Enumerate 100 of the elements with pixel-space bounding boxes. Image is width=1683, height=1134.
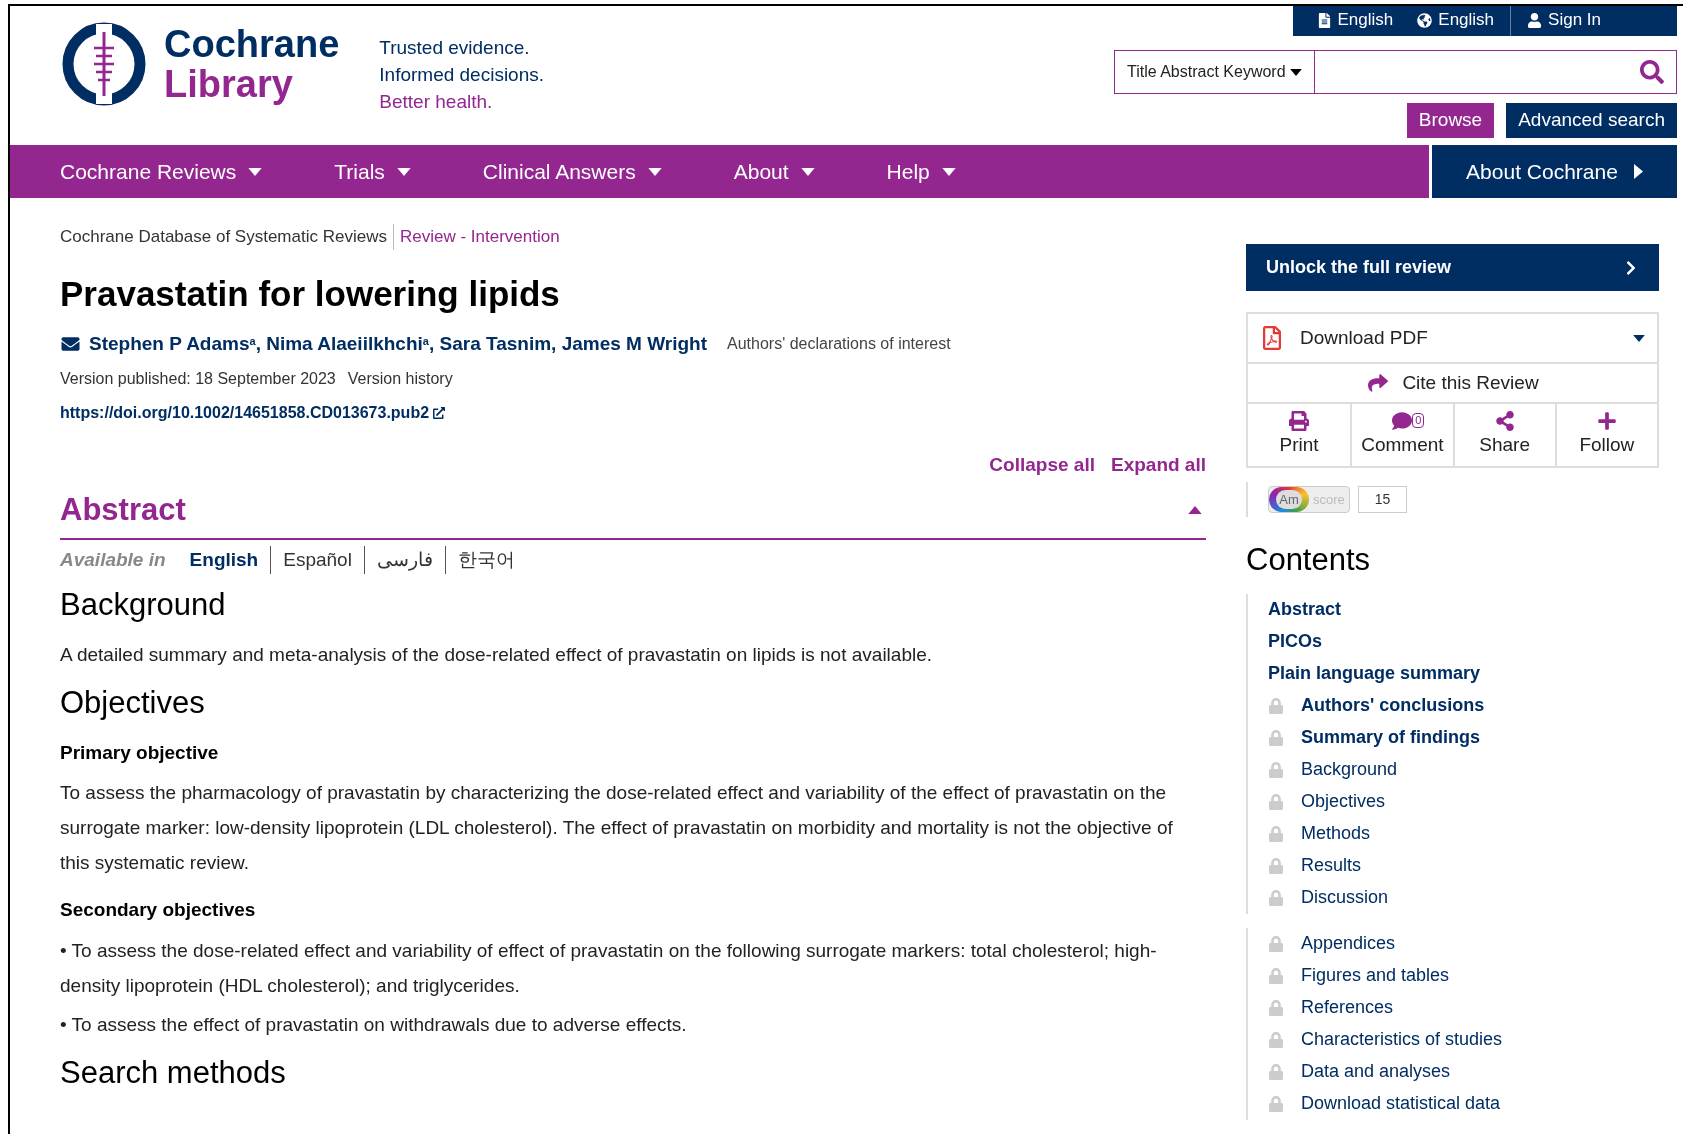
paragraph: To assess the pharmacology of pravastatin by characterizing the dose-related effect and variability of the effect of pravastatin on the surrogate marker: low-density lipoprotein (LDL cholesterol). The effect of pravastatin on morbidity and mortality is not the objective of this systematic review. (60, 781, 1174, 875)
lock-icon (1268, 1095, 1284, 1112)
advanced-search-button[interactable]: Advanced search (1506, 103, 1677, 138)
available-in-label: Available in (60, 547, 166, 572)
lock-icon (1268, 793, 1284, 810)
follow-button[interactable]: Follow (1554, 404, 1657, 466)
share-button[interactable]: Share (1452, 404, 1555, 466)
envelope-icon[interactable] (60, 335, 81, 354)
lock-icon (1268, 1031, 1284, 1048)
contents-link[interactable]: Background (1268, 753, 1659, 786)
share-arrow-icon (1366, 373, 1391, 393)
contents-link[interactable]: Appendices (1268, 927, 1659, 960)
language-link[interactable]: فارسی (363, 545, 445, 574)
contents-heading: Contents (1246, 541, 1372, 579)
caret-icon (248, 167, 263, 176)
lock-icon (1268, 1063, 1284, 1080)
paragraph: • To assess the effect of pravastatin on withdrawals due to adverse effects. (60, 1012, 688, 1037)
contents-link[interactable]: Results (1268, 849, 1659, 882)
lock-icon (1268, 825, 1284, 842)
caret-icon (1633, 334, 1645, 342)
share-icon (1494, 410, 1515, 431)
nav-menu-item[interactable]: Help (886, 155, 956, 188)
altmetric-ring: Am (1269, 487, 1309, 512)
contents-link[interactable]: Abstract (1268, 593, 1659, 626)
section-heading: Objectives (60, 683, 206, 722)
paragraph: • To assess the dose-related effect and variability of effect of pravastatin on the following surrogate markers: total cholesterol; high-density lipoprotein (HDL cholesterol); and triglycerides. (60, 938, 1158, 998)
download-pdf-button[interactable]: Download PDF (1248, 314, 1657, 364)
comment-icon (1392, 410, 1413, 431)
contents-link[interactable]: References (1268, 991, 1659, 1024)
contents-link[interactable]: Authors' conclusions (1268, 689, 1659, 722)
comment-button[interactable]: 0 Comment (1350, 404, 1453, 466)
browse-button[interactable]: Browse (1406, 103, 1495, 138)
caret-icon (800, 167, 815, 176)
language-link[interactable]: Español (270, 545, 364, 574)
globe-icon (1417, 12, 1433, 28)
review-title: Pravastatin for lowering lipids (60, 272, 561, 315)
collapse-all-link[interactable]: Collapse all (989, 450, 1095, 479)
nav-menu-item[interactable]: Trials (334, 155, 411, 188)
cite-review-button[interactable]: Cite this Review (1248, 364, 1657, 404)
altmetric-score: 15 (1357, 486, 1408, 513)
logo-title: Cochrane (164, 24, 340, 64)
contents-link[interactable]: Data and analyses (1268, 1055, 1659, 1088)
section-heading: Background (60, 586, 227, 624)
nav-menu-item[interactable]: About (733, 155, 815, 188)
caret-icon (647, 167, 662, 176)
subsection-heading: Secondary objectives (60, 898, 257, 922)
lock-icon (1268, 889, 1284, 906)
paragraph: A detailed summary and meta-analysis of the dose-related effect of pravastatin on lipids is not available. (60, 642, 934, 667)
declarations-link[interactable]: Authors' declarations of interest (727, 332, 951, 357)
contents-link[interactable]: PICOs (1268, 625, 1659, 658)
pdf-icon (1260, 326, 1284, 350)
comment-count: 0 (1412, 412, 1425, 428)
user-icon (1527, 12, 1543, 28)
section-heading: Search methods (60, 1053, 287, 1092)
nav-menu-item[interactable]: Cochrane Reviews (60, 155, 263, 188)
logo-subtitle: Library (164, 64, 294, 104)
caret-icon (941, 167, 956, 176)
caret-icon (1633, 164, 1643, 179)
unlock-review-button[interactable]: Unlock the full review (1246, 244, 1659, 291)
language-link[interactable]: 한국어 (444, 545, 527, 574)
subsection-heading: Primary objective (60, 740, 220, 765)
about-cochrane-link[interactable]: About Cochrane (1432, 145, 1677, 198)
version-history-link[interactable]: Version history (347, 366, 453, 391)
external-link-icon (433, 406, 446, 419)
contents-link[interactable]: Characteristics of studies (1268, 1023, 1659, 1056)
doi-link[interactable]: https://doi.org/10.1002/14651858.CD013673.pub2 (60, 400, 446, 425)
logo-icon (60, 20, 148, 108)
contents-link[interactable]: Download statistical data (1268, 1087, 1659, 1120)
contents-link[interactable]: Discussion (1268, 881, 1659, 914)
tagline: Better health. (379, 90, 494, 114)
tagline: Informed decisions. (379, 63, 545, 87)
caret-icon (396, 167, 411, 176)
expand-all-link[interactable]: Expand all (1110, 450, 1206, 479)
contents-link[interactable]: Figures and tables (1268, 959, 1659, 992)
top-bar-link[interactable]: English (1405, 6, 1507, 36)
contents-link[interactable]: Objectives (1268, 785, 1659, 818)
breadcrumb-item[interactable]: Cochrane Database of Systematic Reviews (60, 224, 394, 250)
contents-link[interactable]: Methods (1268, 817, 1659, 850)
tagline: Trusted evidence. (379, 36, 531, 60)
print-icon (1289, 410, 1310, 431)
document-icon (1316, 12, 1332, 28)
nav-menu-item[interactable]: Clinical Answers (482, 155, 662, 188)
follow-icon (1596, 410, 1617, 431)
lock-icon (1268, 999, 1284, 1016)
contents-link[interactable]: Plain language summary (1268, 657, 1659, 690)
lock-icon (1268, 761, 1284, 778)
print-button[interactable]: Print (1248, 404, 1351, 466)
lock-icon (1268, 857, 1284, 874)
language-link[interactable]: English (177, 545, 271, 574)
top-bar-link[interactable]: Sign In (1510, 6, 1613, 36)
breadcrumb-item[interactable]: Review - Intervention (393, 224, 560, 250)
contents-link[interactable]: Summary of findings (1268, 721, 1659, 754)
abstract-heading[interactable]: Abstract (60, 487, 186, 534)
collapse-caret-icon[interactable] (1188, 506, 1202, 515)
lock-icon (1268, 967, 1284, 984)
top-bar-link[interactable]: English (1304, 6, 1406, 36)
lock-icon (1268, 729, 1284, 746)
version-published: Version published: 18 September 2023 (60, 368, 336, 389)
lock-icon (1268, 935, 1284, 952)
author-list: Stephen P Adams$^{a}$, Nima Alaeiilkhchi$^{a}$, Sara Tasnim, James M Wright (89, 330, 707, 359)
